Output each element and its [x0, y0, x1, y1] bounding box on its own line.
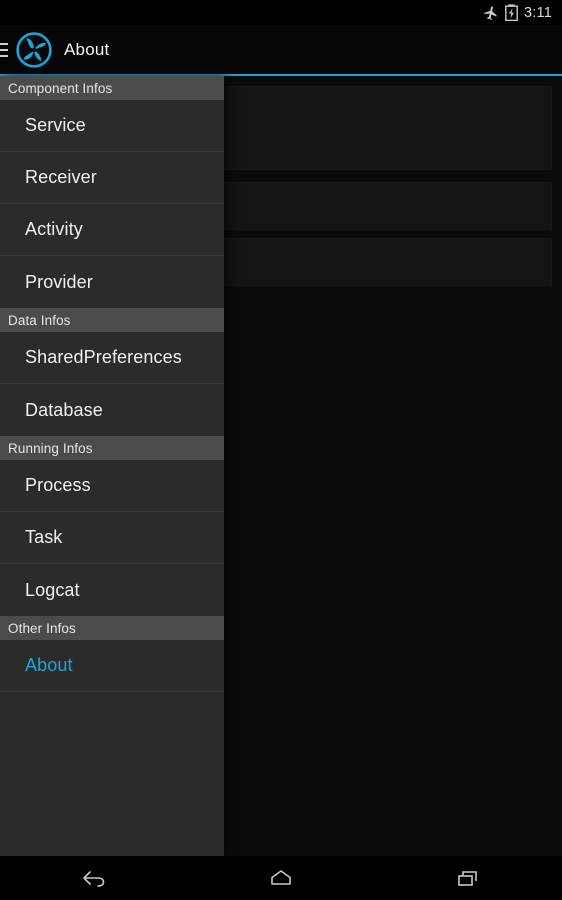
drawer-item-database[interactable]: Database — [0, 384, 224, 436]
drawer-section-header-other-infos: Other Infos — [0, 616, 224, 640]
battery-charging-icon — [505, 4, 518, 21]
navigation-drawer: Component Infos Service Receiver Activit… — [0, 76, 224, 856]
page-title: About — [64, 39, 110, 59]
drawer-section-header-data-infos: Data Infos — [0, 308, 224, 332]
drawer-item-logcat[interactable]: Logcat — [0, 564, 224, 616]
hamburger-menu-icon[interactable] — [0, 42, 8, 57]
drawer-item-about[interactable]: About — [0, 640, 224, 692]
app-logo-icon[interactable] — [15, 31, 53, 69]
system-navigation-bar — [0, 856, 562, 900]
status-time: 3:11 — [524, 4, 552, 21]
drawer-item-service[interactable]: Service — [0, 100, 224, 152]
recent-apps-icon[interactable] — [428, 856, 508, 900]
airplane-mode-icon — [483, 5, 499, 21]
drawer-item-activity[interactable]: Activity — [0, 204, 224, 256]
drawer-item-task[interactable]: Task — [0, 512, 224, 564]
status-bar: 3:11 — [0, 0, 562, 25]
drawer-item-process[interactable]: Process — [0, 460, 224, 512]
home-icon[interactable] — [241, 856, 321, 900]
drawer-item-receiver[interactable]: Receiver — [0, 152, 224, 204]
drawer-item-provider[interactable]: Provider — [0, 256, 224, 308]
drawer-section-header-component-infos: Component Infos — [0, 76, 224, 100]
drawer-item-sharedpreferences[interactable]: SharedPreferences — [0, 332, 224, 384]
action-bar: About — [0, 25, 562, 74]
back-arrow-icon[interactable] — [54, 856, 134, 900]
drawer-section-header-running-infos: Running Infos — [0, 436, 224, 460]
device-screen: 3:11 About mail.com Share — [0, 0, 562, 900]
